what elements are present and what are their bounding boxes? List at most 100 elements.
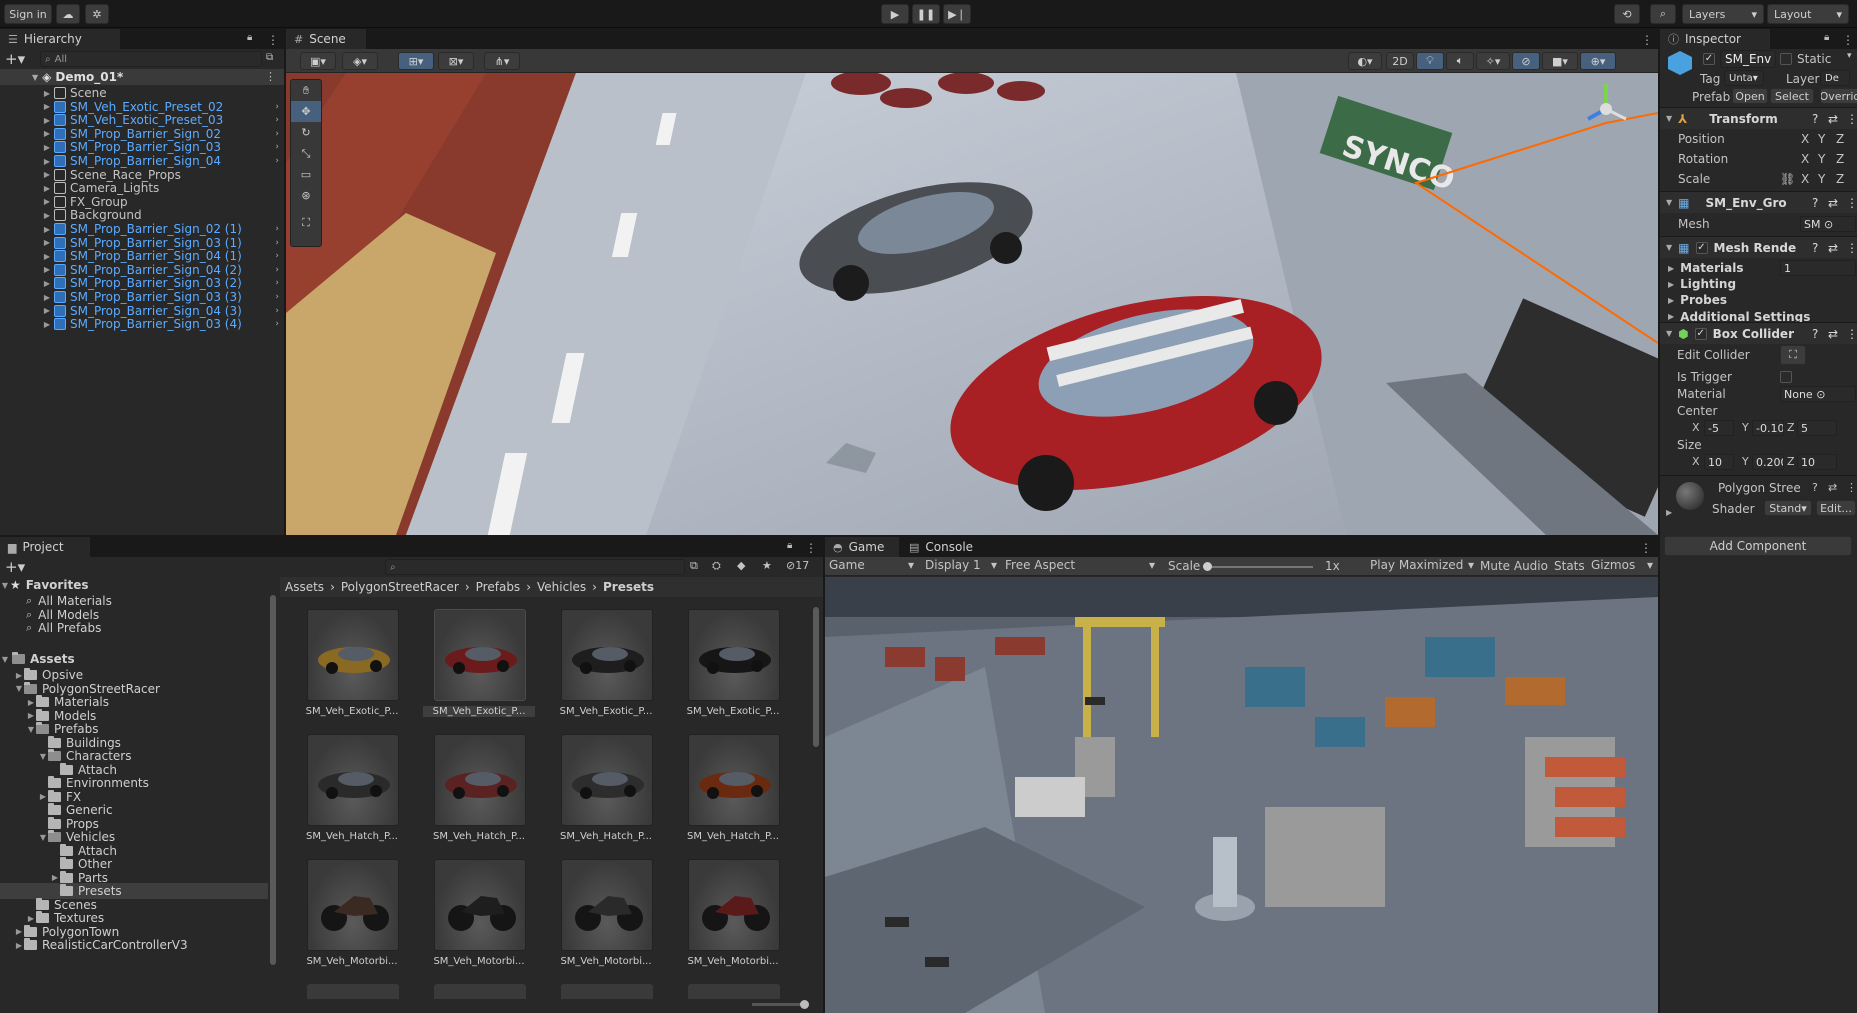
active-checkbox[interactable]: ✓ (1703, 53, 1715, 65)
rect-tool-icon[interactable]: ▭ (291, 164, 321, 185)
box-collider-header[interactable]: ▼ ⬢ ✓ Box Collider ? ⇄ ⋮ (1660, 322, 1857, 344)
rotate-tool-icon[interactable]: ↻ (291, 122, 321, 143)
audio-toggle-icon[interactable]: 🔈︎ (1446, 52, 1474, 70)
play-mode-dropdown[interactable]: Play Maximized ▾ (1370, 558, 1474, 572)
search-icon[interactable]: ⌕ (1650, 4, 1676, 24)
chevron-right-icon[interactable]: › (275, 278, 279, 288)
tag-dropdown[interactable]: Unta ▾ (1724, 70, 1764, 86)
folder-item[interactable]: ▶ RealisticCarControllerV3 (0, 937, 268, 953)
grid-scrollbar[interactable] (811, 599, 821, 999)
collab-icon[interactable]: ✲ (85, 4, 109, 24)
prefab-overrides-button[interactable]: Overrid (1820, 88, 1857, 104)
preset-icon[interactable]: ⇄ (1828, 241, 1838, 255)
more-menu-icon[interactable]: ⋮ (1640, 541, 1652, 555)
help-icon[interactable]: ? (1812, 327, 1818, 341)
add-icon[interactable]: +▾ (5, 50, 25, 68)
asset-item[interactable]: SM_Veh_Motorbi... (423, 859, 535, 979)
enabled-checkbox[interactable]: ✓ (1694, 327, 1707, 340)
game-viewport[interactable] (825, 577, 1658, 1013)
thumbnail-size-slider[interactable] (752, 1000, 809, 1009)
assets-header[interactable]: ▼ Assets (0, 651, 268, 667)
help-icon[interactable]: ? (1812, 241, 1818, 255)
chevron-right-icon[interactable]: › (275, 156, 279, 166)
transform-header[interactable]: ▼ ⅄ Transform ? ⇄ ⋮ (1660, 107, 1857, 129)
add-component-button[interactable]: Add Component (1664, 536, 1852, 556)
asset-item[interactable]: SM_Veh_Motorbi... (296, 859, 408, 979)
toggle-2d-button[interactable]: 2D (1386, 52, 1414, 70)
scale-slider[interactable] (1203, 562, 1313, 571)
scene-viewport[interactable]: SYNCO ✋︎ ✥ ↻ ⤡ ▭ ⊛ ⛶ (286, 73, 1658, 535)
slider-handle[interactable] (1203, 562, 1212, 571)
hidden-packages-icon[interactable]: ⊘17 (786, 559, 809, 572)
chevron-right-icon[interactable]: ▶ (1666, 508, 1672, 517)
more-menu-icon[interactable]: ⋮ (805, 541, 817, 555)
chevron-right-icon[interactable]: › (275, 292, 279, 302)
hierarchy-item[interactable]: ▶ SM_Prop_Barrier_Sign_03 (4) › (0, 316, 284, 332)
chevron-right-icon[interactable]: › (275, 102, 279, 112)
more-menu-icon[interactable]: ⋮ (1846, 112, 1857, 126)
search-by-type-icon[interactable]: ⧉ (690, 559, 698, 573)
prefab-open-button[interactable]: Open (1732, 88, 1768, 104)
layers-dropdown[interactable]: Layers ▾ (1682, 4, 1764, 24)
sign-in-button[interactable]: Sign in (4, 4, 52, 24)
scene-root-row[interactable]: ▼ ◈ Demo_01* ⋮ (0, 69, 284, 85)
tab-scene[interactable]: # Scene (286, 29, 366, 49)
custom-tool-icon[interactable]: ⛶ (291, 212, 321, 233)
shader-dropdown[interactable]: Stand ▾ (1764, 500, 1812, 516)
lighting-toggle-icon[interactable]: 💡︎ (1416, 52, 1444, 70)
materials-count-field[interactable]: 1 (1780, 260, 1856, 276)
tab-project[interactable]: ▆ Project (0, 537, 90, 557)
align-button[interactable]: ⋔▾ (484, 52, 520, 70)
more-menu-icon[interactable]: ⋮ (1846, 196, 1857, 210)
tab-hierarchy[interactable]: ☰ Hierarchy (0, 29, 120, 49)
asset-item[interactable]: SM_Veh_Exotic_P... (296, 609, 408, 729)
chevron-right-icon[interactable]: › (275, 115, 279, 125)
more-menu-icon[interactable]: ⋮ (267, 33, 279, 47)
gizmos-toggle-icon[interactable]: ⊕▾ (1580, 52, 1616, 70)
lock-icon[interactable]: 🔒︎ (247, 32, 252, 43)
history-icon[interactable]: ⟲ (1614, 4, 1640, 24)
draw-mode-button[interactable]: ▣▾ (300, 52, 336, 70)
mute-audio-toggle[interactable]: Mute Audio (1480, 559, 1548, 573)
more-menu-icon[interactable]: ⋮ (1846, 327, 1857, 341)
chevron-right-icon[interactable]: › (275, 224, 279, 234)
center-y-field[interactable]: -0.10 (1752, 420, 1784, 436)
object-name-field[interactable]: SM_Env (1720, 50, 1776, 68)
breadcrumb-item[interactable]: Prefabs (476, 580, 521, 594)
tab-inspector[interactable]: ⓘ Inspector (1660, 29, 1770, 49)
asset-item[interactable]: SM_Veh_Hatch_P... (423, 734, 535, 854)
label-icon[interactable]: ◆ (737, 559, 745, 572)
mesh-filter-header[interactable]: ▼ ▦ SM_Env_Gro ? ⇄ ⋮ (1660, 191, 1857, 213)
prefab-select-button[interactable]: Select (1770, 88, 1814, 104)
chevron-right-icon[interactable]: › (275, 319, 279, 329)
chevron-right-icon[interactable]: › (275, 142, 279, 152)
transform-tool-icon[interactable]: ⊛ (291, 185, 321, 206)
edit-collider-button[interactable]: ⛶ (1780, 345, 1806, 365)
scale-tool-icon[interactable]: ⤡ (291, 143, 321, 164)
tab-game[interactable]: ◓ Game (825, 537, 899, 557)
asset-item[interactable]: SM_Veh_Hatch_P... (296, 734, 408, 854)
display-dropdown[interactable]: Display 1 ▾ (925, 558, 997, 572)
layout-dropdown[interactable]: Layout ▾ (1767, 4, 1849, 24)
static-checkbox[interactable] (1780, 53, 1792, 65)
more-menu-icon[interactable]: ⋮ (1846, 241, 1857, 255)
asset-thumbnail[interactable] (688, 984, 780, 999)
play-button[interactable]: ▶ (881, 4, 909, 24)
chevron-right-icon[interactable]: › (275, 265, 279, 275)
grid-scrollbar-thumb[interactable] (813, 607, 819, 747)
layer-dropdown[interactable]: De (1820, 70, 1850, 86)
camera-settings-icon[interactable]: ■▾ (1542, 52, 1578, 70)
breadcrumb-current[interactable]: Presets (603, 580, 654, 594)
cloud-icon[interactable]: ☁ (56, 4, 80, 24)
preset-icon[interactable]: ⇄ (1828, 112, 1838, 126)
tab-console[interactable]: ▤ Console (901, 537, 991, 557)
lock-icon[interactable]: 🔒︎ (1824, 32, 1829, 43)
tree-scrollbar-thumb[interactable] (270, 595, 276, 965)
hierarchy-search-input[interactable]: ⌕ All (40, 51, 262, 67)
gizmos-dropdown[interactable]: Gizmos ▾ (1591, 558, 1653, 572)
constrain-proportions-icon[interactable]: ⛓︎ (1780, 172, 1795, 186)
more-menu-icon[interactable]: ⋮ (1641, 33, 1653, 47)
render-mode-button[interactable]: ◐▾ (1348, 52, 1382, 70)
help-icon[interactable]: ? (1812, 481, 1818, 494)
chevron-down-icon[interactable]: ▾ (1847, 51, 1852, 61)
